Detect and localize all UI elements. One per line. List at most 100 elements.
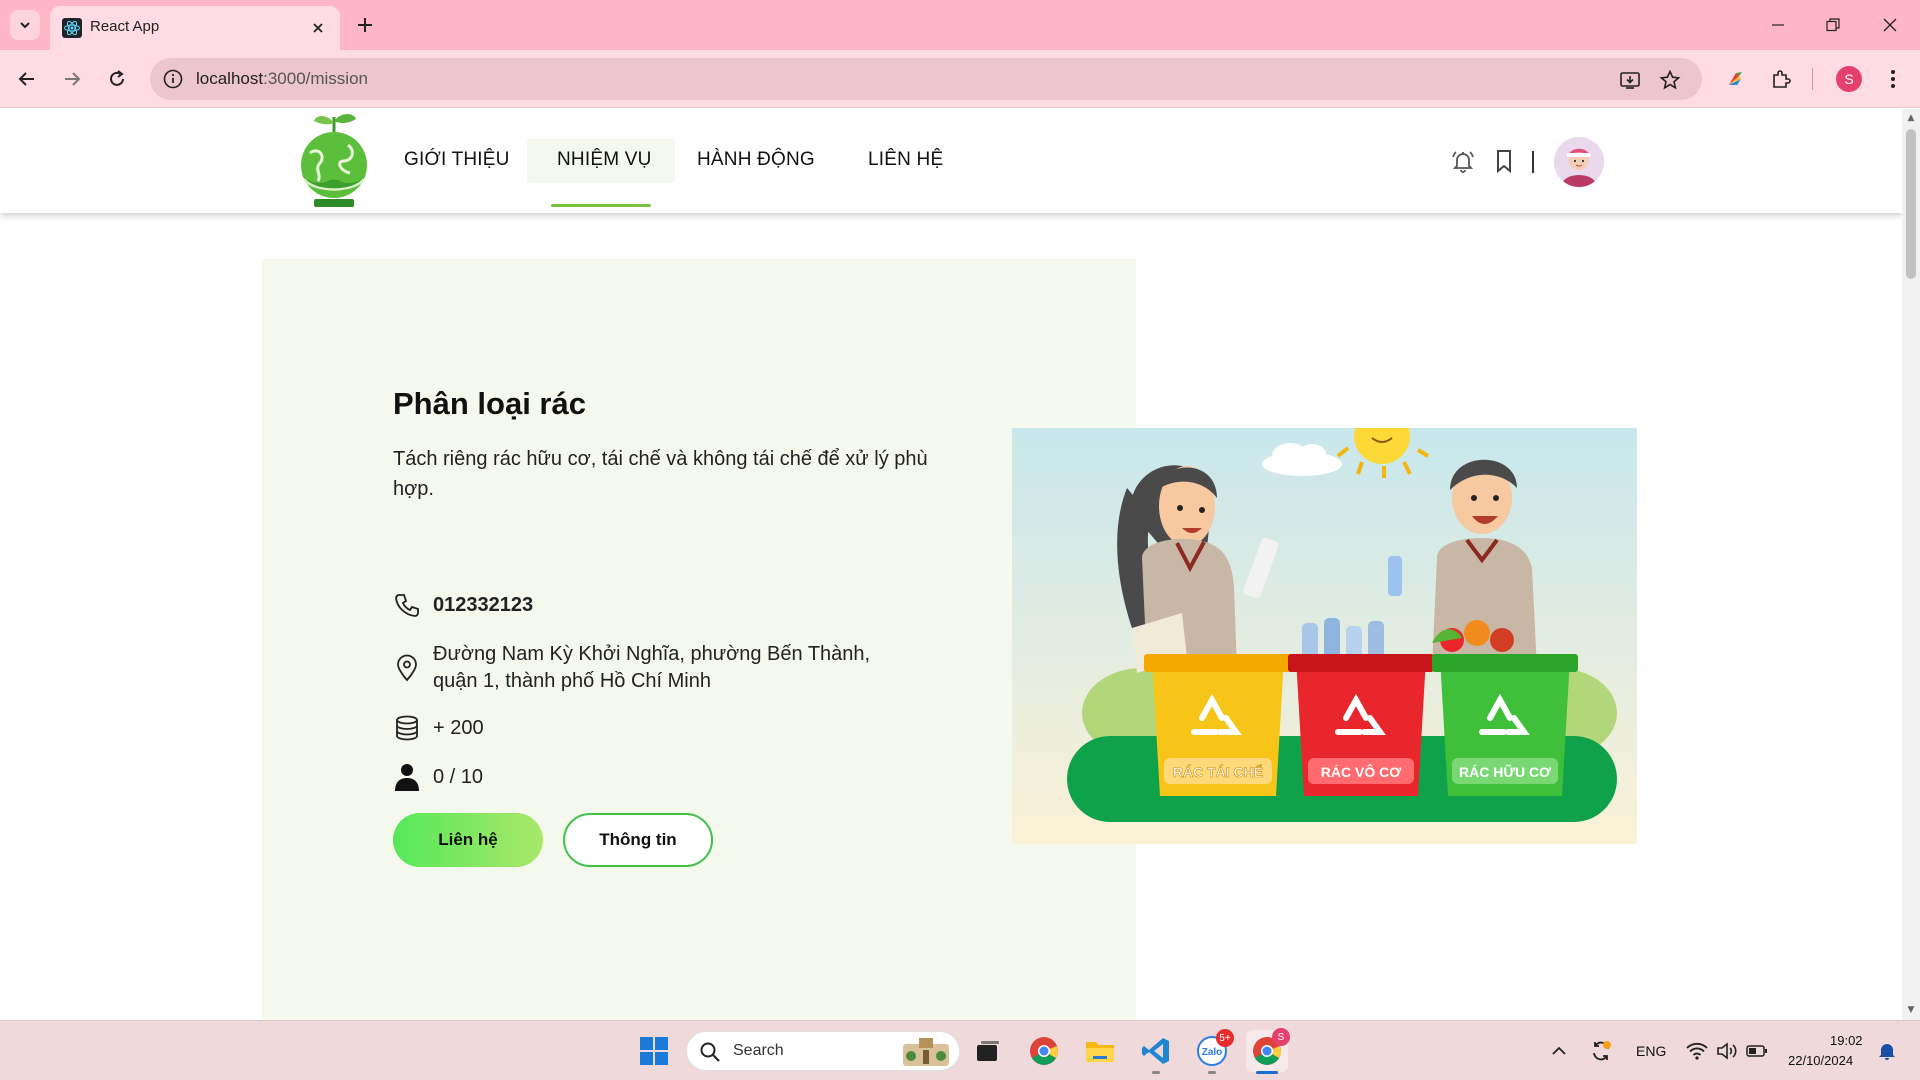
minimize-button[interactable] [1760,10,1796,40]
extensions-button[interactable] [1766,64,1796,94]
tray-overflow-button[interactable] [1546,1033,1572,1069]
notifications-button[interactable] [1447,145,1479,177]
search-highlight-icon [903,1038,949,1066]
toolbar-divider [1812,68,1813,90]
taskbar-vscode[interactable] [1138,1033,1174,1069]
url-text: localhost:3000/mission [196,69,368,89]
vscode-running-indicator [1152,1071,1160,1074]
wifi-indicator[interactable] [1682,1033,1712,1069]
taskbar-file-explorer[interactable] [1082,1033,1118,1069]
language-indicator[interactable]: ENG [1636,1043,1666,1059]
taskbar-zalo[interactable]: Zalo 5+ [1194,1029,1234,1069]
nav-item-nhiem-vu[interactable]: NHIỆM VỤ [557,149,652,171]
zalo-running-indicator [1208,1071,1216,1074]
browser-tab[interactable]: React App [50,6,340,50]
nav-divider [1532,151,1534,173]
back-button[interactable] [12,64,42,94]
site-header: GIỚI THIỆU NHIỆM VỤ HÀNH ĐỘNG LIÊN HỆ [0,109,1902,213]
mission-description: Tách riêng rác hữu cơ, tái chế và không … [393,448,928,500]
location-pin-icon [393,654,421,682]
saved-button[interactable] [1488,145,1520,177]
chrome-menu-button[interactable] [1878,64,1908,94]
earth-sprout-logo[interactable] [290,109,378,209]
contact-button[interactable]: Liên hệ [393,813,543,867]
tab-search-button[interactable] [10,10,40,40]
puzzle-icon [1773,70,1791,88]
address-text: Đường Nam Kỳ Khởi Nghĩa, phường Bến Thàn… [433,643,871,692]
chevron-down-icon [20,22,30,29]
taskbar-search[interactable]: Search [686,1031,960,1071]
volume-indicator[interactable] [1712,1033,1742,1069]
screen: React App localhost:3000/mission S GIỚI … [0,0,1920,1080]
phone-row: 012332123 [393,591,533,619]
windows-logo-icon [640,1037,668,1065]
battery-indicator[interactable] [1742,1033,1772,1069]
recycling-bin-yellow: RÁC TÁI CHẾ [1144,654,1292,796]
mission-title: Phân loại rác [393,386,586,421]
kebab-menu-icon [1891,70,1895,88]
browser-toolbar: localhost:3000/mission S [0,50,1920,108]
folder-icon [1086,1042,1114,1062]
user-avatar[interactable] [1554,137,1604,187]
task-view-icon [977,1041,999,1061]
address-bar[interactable]: localhost:3000/mission [150,58,1702,100]
browser-tabbar: React App [0,0,1920,50]
taskbar-chrome[interactable] [1026,1033,1062,1069]
svg-text:Zalo: Zalo [1202,1047,1223,1058]
taskbar-chrome-active[interactable]: S [1246,1028,1290,1072]
scrollbar-thumb[interactable] [1906,129,1916,279]
points-row: + 200 [393,714,484,742]
chevron-up-icon [1552,1046,1566,1055]
page-viewport: GIỚI THIỆU NHIỆM VỤ HÀNH ĐỘNG LIÊN HỆ Ph… [0,109,1902,1020]
close-window-button[interactable] [1872,10,1908,40]
waste-sorting-illustration: RÁC TÁI CHẾ RÁC VÔ CƠ RÁC HỮU CƠ [1012,428,1637,844]
tab-title: React App [90,18,160,35]
profile-avatar-button[interactable]: S [1836,66,1862,92]
extension-colorful-button[interactable] [1720,64,1750,94]
clock-date[interactable]: 22/10/2024 [1788,1053,1853,1068]
tab-close-button[interactable] [306,16,330,40]
participants-count: 0 / 10 [433,765,484,788]
mission-card [262,259,1136,1020]
participants-row: 0 / 10 [393,763,483,791]
battery-icon [1746,1045,1767,1057]
scroll-down-arrow[interactable]: ▼ [1906,1005,1916,1015]
coin-stack-icon [393,714,421,742]
page-scrollbar[interactable]: ▲ ▼ [1902,109,1920,1020]
url-path: :3000/mission [263,69,368,88]
info-button[interactable]: Thông tin [563,813,713,867]
nav-item-gioi-thieu[interactable]: GIỚI THIỆU [404,149,510,171]
notification-center-button[interactable] [1872,1033,1902,1069]
search-placeholder: Search [733,1042,784,1059]
task-view-button[interactable] [970,1033,1006,1069]
install-app-button[interactable] [1618,68,1642,92]
recycling-bin-red: RÁC VÔ CƠ [1288,654,1434,796]
chrome-icon [1030,1037,1058,1065]
nav-item-hanh-dong[interactable]: HÀNH ĐỘNG [697,149,815,171]
scroll-up-arrow[interactable]: ▲ [1906,113,1916,123]
bin-label-inorganic: RÁC VÔ CƠ [1321,763,1401,780]
reload-button[interactable] [102,64,132,94]
star-icon [1659,69,1681,90]
site-info-icon[interactable] [162,68,184,90]
new-tab-button[interactable] [352,12,378,38]
address-row: Đường Nam Kỳ Khởi Nghĩa, phường Bến Thàn… [393,641,903,695]
url-host: localhost [196,69,264,88]
sync-icon [1593,1041,1611,1061]
tray-sync-button[interactable] [1586,1033,1616,1069]
start-button[interactable] [636,1033,672,1069]
bookmark-star-button[interactable] [1658,68,1682,92]
phone-icon [393,591,421,619]
nav-item-lien-he[interactable]: LIÊN HỆ [868,149,943,171]
wifi-icon [1686,1042,1708,1060]
close-icon [1883,18,1897,32]
restore-button[interactable] [1815,10,1851,40]
install-icon [1620,72,1640,89]
bell-filled-icon [1879,1044,1895,1060]
plus-icon [358,18,372,32]
minimize-icon [1772,24,1784,26]
forward-button[interactable] [57,64,87,94]
clock-time[interactable]: 19:02 [1830,1033,1863,1048]
react-icon [62,18,82,38]
arrow-right-icon [65,72,81,86]
